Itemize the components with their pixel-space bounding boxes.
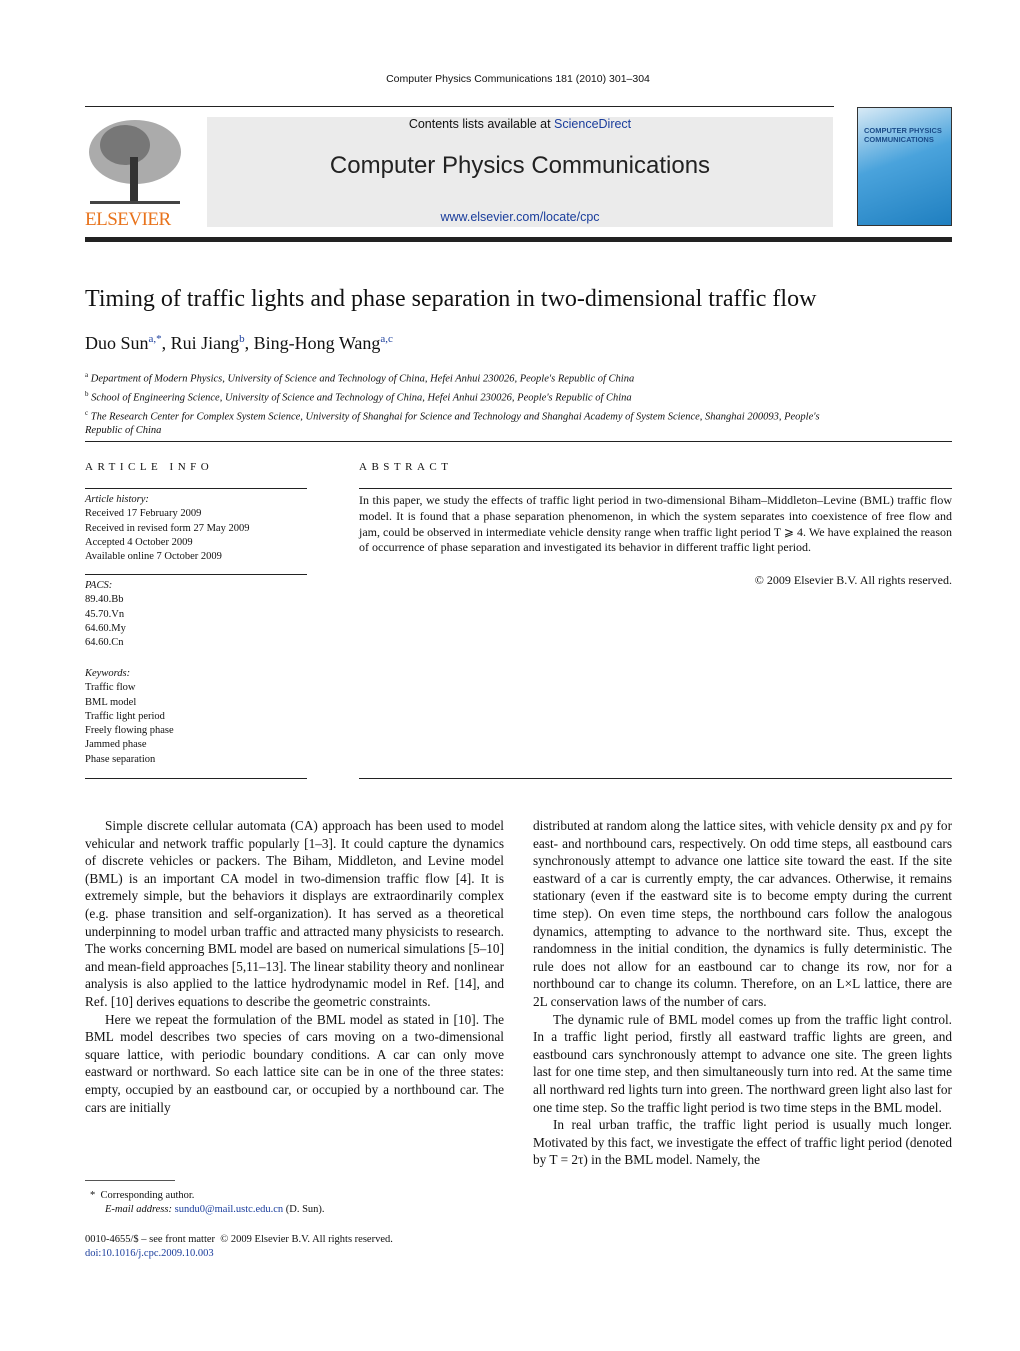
paragraph: Here we repeat the formulation of the BM… (85, 1011, 504, 1115)
author-name: Bing-Hong Wang (253, 333, 381, 353)
affiliations: a Department of Modern Physics, Universi… (85, 368, 845, 439)
contents-prefix: Contents lists available at (408, 117, 555, 131)
journal-title: Computer Physics Communications (329, 152, 711, 179)
journal-reference: Computer Physics Communications 181 (201… (386, 73, 650, 85)
paragraph: The dynamic rule of BML model comes up f… (533, 1011, 952, 1115)
journal-url-link[interactable]: www.elsevier.com/locate/cpc (207, 210, 833, 224)
masthead-banner: Contents lists available at ScienceDirec… (207, 117, 833, 227)
article-title: Timing of traffic lights and phase separ… (85, 286, 817, 312)
affiliation: c The Research Center for Complex System… (85, 408, 820, 437)
divider (85, 488, 307, 489)
keywords-list: Keywords: Traffic flow BML model Traffic l… (85, 667, 307, 767)
pacs-list: PACS: 89.40.Bb 45.70.Vn 64.60.My 64.60.Cn (85, 579, 307, 650)
divider (85, 106, 834, 107)
sciencedirect-link[interactable]: ScienceDirect (554, 117, 631, 131)
tree-icon (89, 120, 181, 204)
abstract-heading: ABSTRACT (359, 461, 453, 473)
email-link[interactable]: sundu0@mail.ustc.edu.cn (175, 1204, 284, 1215)
author-sup[interactable]: a,c (380, 333, 393, 345)
divider (359, 488, 952, 489)
list-item: Received in revised form 27 May 2009 (85, 522, 250, 534)
list-item: 45.70.Vn (85, 608, 125, 620)
author-sup[interactable]: a,* (149, 333, 162, 345)
list-item: Traffic flow (85, 682, 136, 694)
paper-page: Computer Physics Communications 181 (201… (0, 0, 1020, 1351)
journal-cover-image: COMPUTER PHYSICS COMMUNICATIONS (857, 107, 952, 226)
list-item: Received 17 February 2009 (85, 508, 202, 520)
paragraph: Simple discrete cellular automata (CA) a… (85, 818, 504, 1009)
list-item: Phase separation (85, 753, 156, 765)
article-history: Article history: Received 17 February 20… (85, 493, 307, 564)
body-column-left: Simple discrete cellular automata (CA) a… (85, 817, 504, 1116)
abstract-text: In this paper, we study the effects of t… (359, 493, 952, 555)
elsevier-wordmark: ELSEVIER (85, 209, 171, 230)
elsevier-logo: ELSEVIER (85, 117, 185, 230)
cover-title: COMPUTER PHYSICS COMMUNICATIONS (864, 126, 942, 144)
divider (85, 778, 307, 779)
author-name: Duo Sun (85, 333, 149, 353)
author-list: Duo Suna,*, Rui Jiangb, Bing-Hong Wanga,… (85, 333, 393, 353)
list-item: Traffic light period (85, 710, 165, 722)
list-item: Accepted 4 October 2009 (85, 536, 193, 548)
abstract-copyright: © 2009 Elsevier B.V. All rights reserved… (754, 573, 952, 587)
list-item: Freely flowing phase (85, 725, 174, 737)
doi-link[interactable]: doi:10.1016/j.cpc.2009.10.003 (85, 1248, 214, 1259)
divider (85, 441, 952, 442)
list-item: BML model (85, 696, 137, 708)
list-item: 64.60.My (85, 622, 126, 634)
footnote-divider (85, 1180, 175, 1181)
article-info-heading: ARTICLE INFO (85, 461, 214, 473)
paragraph: distributed at random along the lattice … (533, 818, 952, 1009)
thick-divider (85, 237, 952, 242)
author-name: Rui Jiang (170, 333, 240, 353)
list-item: Jammed phase (85, 739, 147, 751)
affiliation: b School of Engineering Science, Univers… (85, 389, 632, 404)
divider (359, 778, 952, 779)
paragraph: In real urban traffic, the traffic light… (533, 1117, 952, 1168)
front-matter: 0010-4655/$ – see front matter © 2009 El… (85, 1234, 393, 1260)
list-item: 64.60.Cn (85, 637, 124, 649)
list-item: 89.40.Bb (85, 594, 124, 606)
divider (85, 574, 307, 575)
footnote: * Corresponding author. E-mail address: … (90, 1190, 325, 1216)
body-column-right: distributed at random along the lattice … (533, 817, 952, 1169)
list-item: Available online 7 October 2009 (85, 551, 222, 563)
affiliation: a Department of Modern Physics, Universi… (85, 371, 635, 385)
author-sup[interactable]: b (239, 333, 245, 345)
